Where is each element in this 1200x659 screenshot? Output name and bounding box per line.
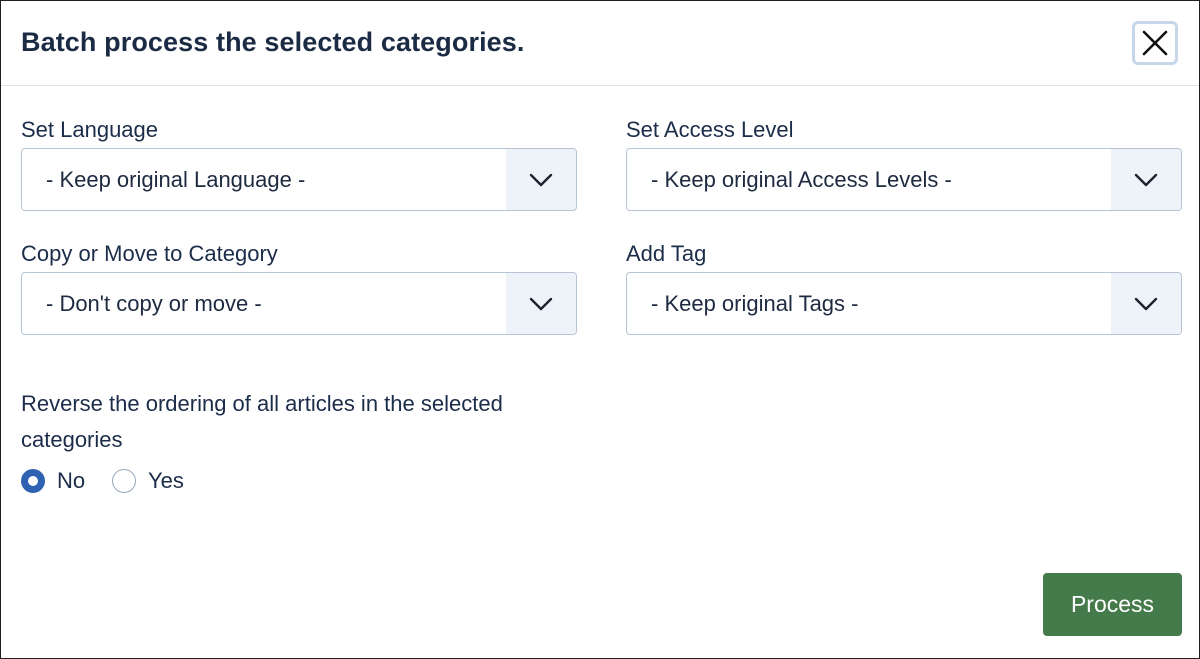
chevron-down-icon (529, 173, 553, 186)
dialog-header: Batch process the selected categories. (1, 1, 1199, 86)
radio-no[interactable]: No (21, 468, 85, 494)
language-label: Set Language (21, 117, 159, 142)
language-select[interactable]: - Keep original Language - (21, 148, 577, 211)
language-select-value: - Keep original Language - (46, 167, 306, 192)
close-button[interactable] (1132, 21, 1178, 65)
reverse-ordering-label: Reverse the ordering of all articles in … (21, 391, 503, 452)
language-dropdown-toggle[interactable] (506, 149, 576, 210)
access-select[interactable]: - Keep original Access Levels - (626, 148, 1182, 211)
chevron-down-icon (1134, 173, 1158, 186)
tag-dropdown-toggle[interactable] (1111, 273, 1181, 334)
category-label: Copy or Move to Category (21, 241, 278, 266)
dialog-title: Batch process the selected categories. (21, 27, 525, 57)
radio-yes[interactable]: Yes (112, 468, 184, 494)
radio-no-indicator[interactable] (21, 469, 45, 493)
radio-yes-label: Yes (148, 468, 184, 493)
process-button[interactable]: Process (1043, 573, 1182, 636)
access-dropdown-toggle[interactable] (1111, 149, 1181, 210)
tag-select-value: - Keep original Tags - (651, 291, 859, 316)
access-label: Set Access Level (626, 117, 794, 142)
category-select[interactable]: - Don't copy or move - (21, 272, 577, 335)
close-icon (1142, 30, 1168, 56)
radio-no-label: No (57, 468, 86, 493)
tag-label: Add Tag (626, 241, 707, 266)
radio-yes-indicator[interactable] (112, 469, 136, 493)
chevron-down-icon (529, 297, 553, 310)
chevron-down-icon (1134, 297, 1158, 310)
access-select-value: - Keep original Access Levels - (651, 167, 952, 192)
category-select-value: - Don't copy or move - (46, 291, 262, 316)
category-dropdown-toggle[interactable] (506, 273, 576, 334)
batch-dialog: Batch process the selected categories. S… (0, 0, 1200, 659)
tag-select[interactable]: - Keep original Tags - (626, 272, 1182, 335)
